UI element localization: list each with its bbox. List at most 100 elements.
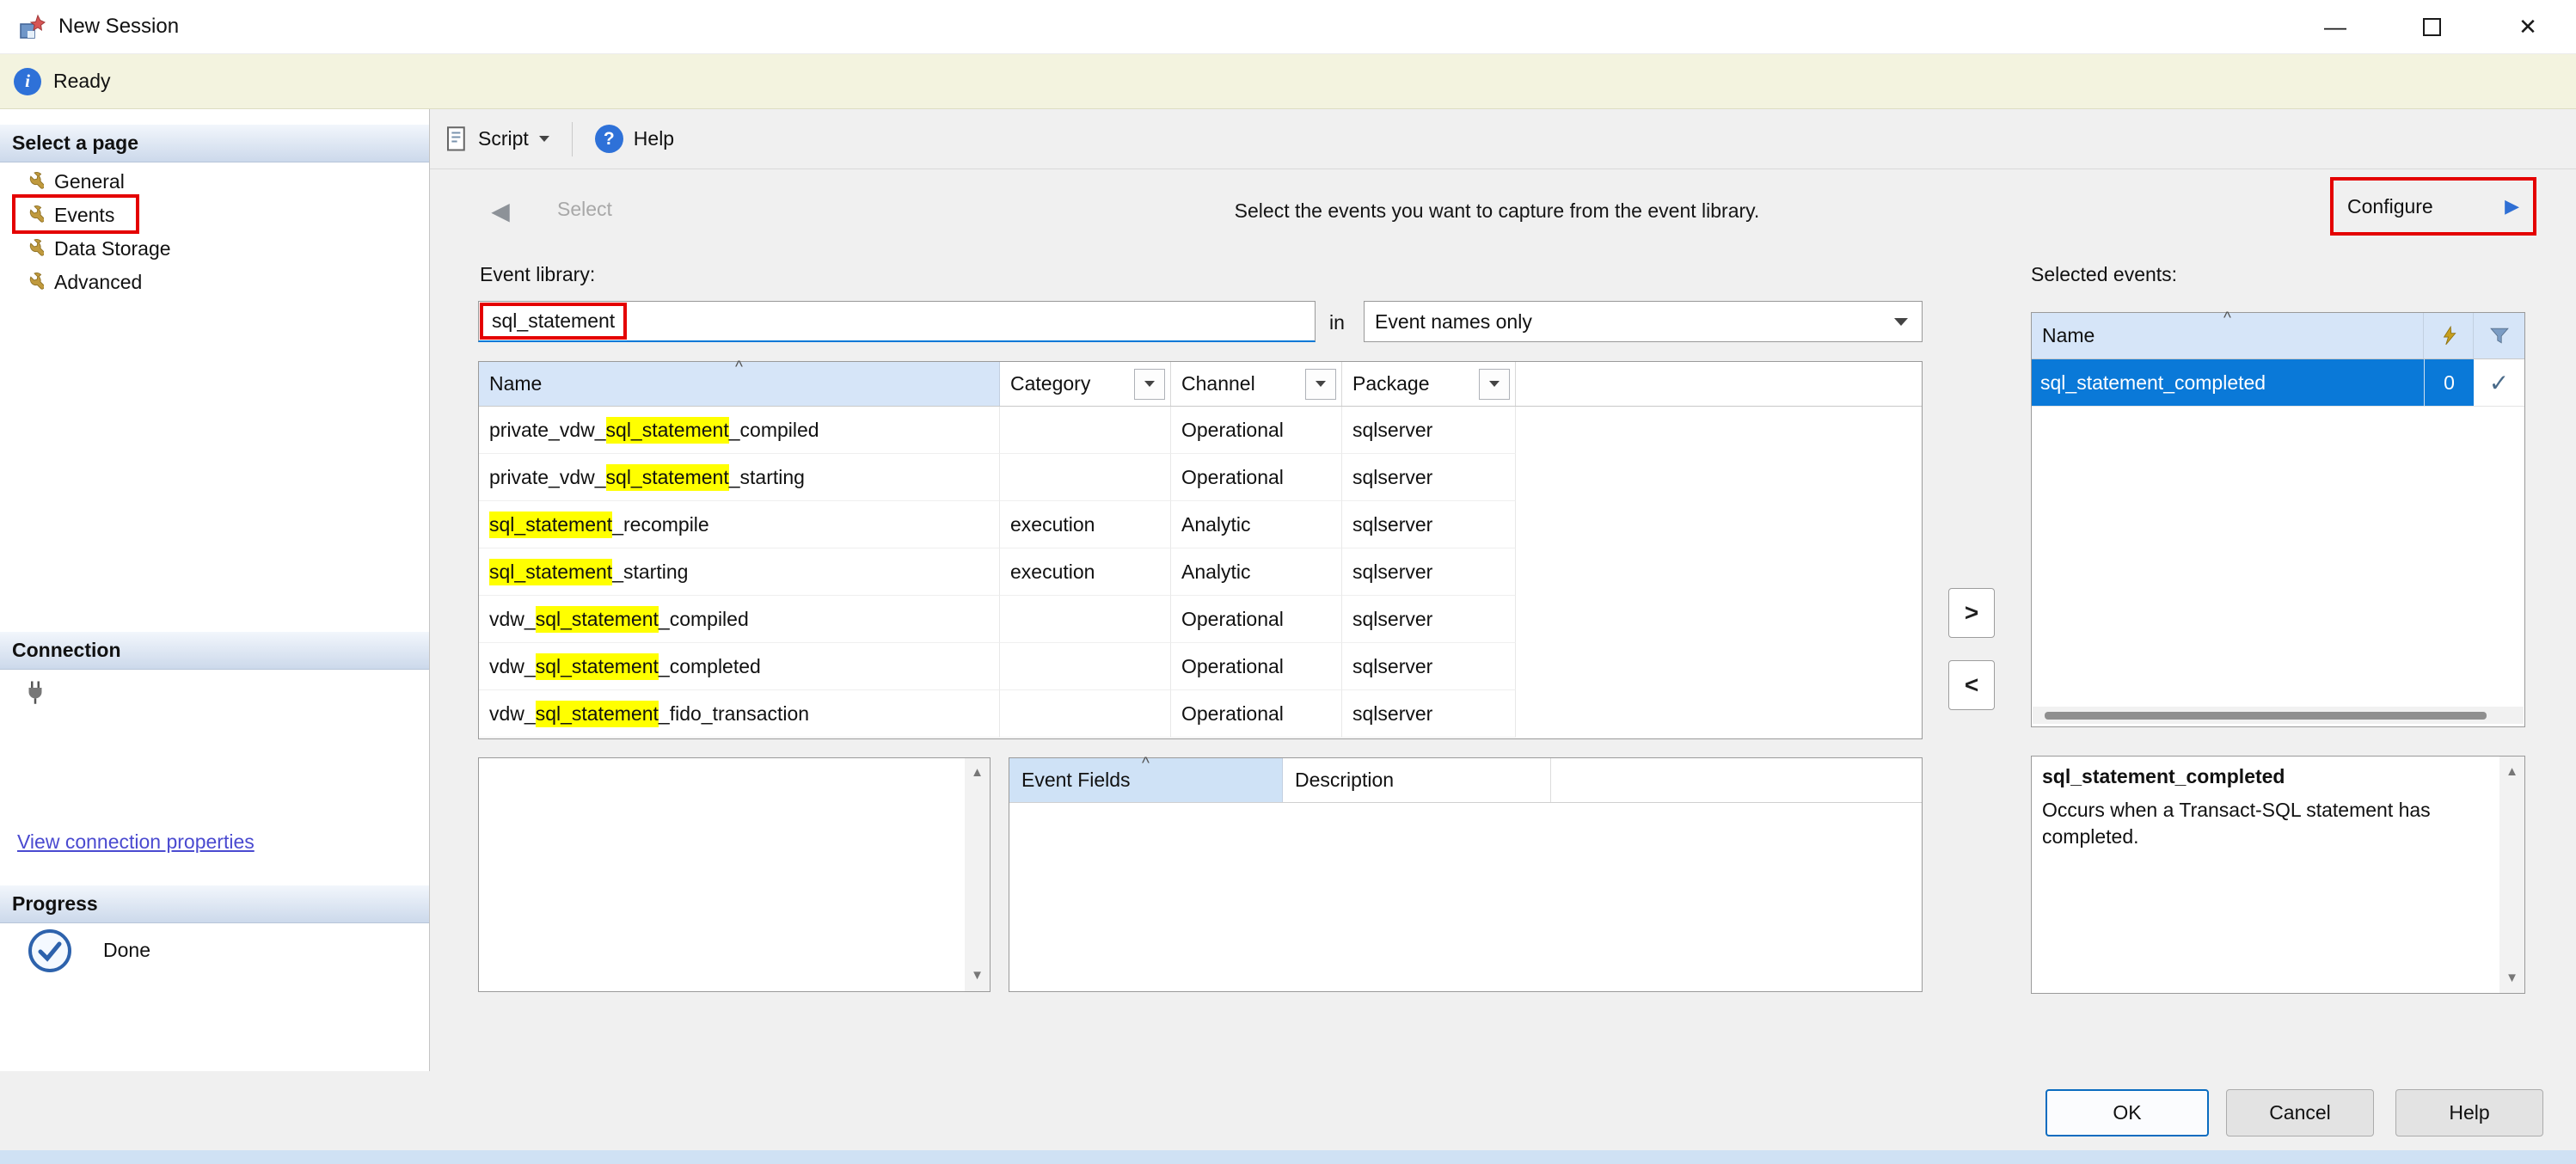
event-fields-pane: ^ Event Fields Description [1009,757,1923,992]
scroll-down-icon[interactable]: ▼ [965,963,990,987]
selected-event-row[interactable]: sql_statement_completed 0 ✓ [2032,359,2524,407]
event-row[interactable]: vdw_sql_statement_compiled Operational s… [479,596,1922,643]
detail-text: Occurs when a Transact-SQL statement has… [2042,797,2490,850]
detail-title: sql_statement_completed [2042,765,2490,788]
column-header-description[interactable]: Description [1283,758,1551,802]
selected-events-header: ^ Name [2032,313,2524,359]
scroll-down-icon[interactable]: ▼ [2499,965,2524,989]
script-icon [445,126,468,152]
info-icon: i [14,68,41,95]
sort-ascending-icon: ^ [735,359,743,376]
ok-button[interactable]: OK [2045,1089,2209,1136]
event-channel: Operational [1171,643,1342,690]
search-match-highlight: sql_statement [536,701,659,727]
sidebar-item-advanced[interactable]: Advanced [0,266,413,299]
channel-filter-dropdown[interactable] [1305,369,1336,400]
event-description-pane [478,757,991,992]
move-left-button[interactable]: < [1948,660,1995,710]
event-channel: Operational [1171,690,1342,738]
event-library-table: ^ Name Category Channel Package private_… [478,361,1923,739]
search-match-highlight: sql_statement [489,559,612,585]
close-button[interactable]: ✕ [2480,0,2576,54]
minimize-button[interactable]: — [2287,0,2383,54]
script-button[interactable]: Script [478,127,529,150]
progress-header: Progress [0,885,429,923]
back-arrow-button[interactable]: ◀ [475,186,526,236]
event-package: sqlserver [1342,596,1516,643]
event-category: execution [1000,501,1171,548]
help-button[interactable]: Help [2395,1089,2543,1136]
sidebar-item-events[interactable]: Events [0,199,413,232]
event-row[interactable]: private_vdw_sql_statement_compiled Opera… [479,407,1922,454]
filter-icon [2490,328,2509,345]
event-category [1000,454,1171,501]
wrench-icon [22,272,44,293]
filter-column-header[interactable] [2474,313,2524,358]
status-text: Ready [53,70,110,93]
done-check-icon [26,927,74,975]
event-category [1000,407,1171,454]
scroll-up-icon[interactable]: ▲ [965,760,990,784]
sidebar-item-general[interactable]: General [0,165,413,199]
event-category [1000,643,1171,690]
event-channel: Operational [1171,407,1342,454]
search-value: sql_statement [480,303,627,340]
event-count-column-header[interactable] [2424,313,2474,358]
toolbar-help-button[interactable]: Help [634,127,674,150]
view-connection-properties-link[interactable]: View connection properties [17,830,255,854]
configure-button[interactable]: Configure ▶ [2330,177,2536,236]
help-icon: ? [595,125,623,153]
event-row[interactable]: vdw_sql_statement_fido_transaction Opera… [479,690,1922,738]
scroll-up-icon[interactable]: ▲ [2499,759,2524,783]
column-header-category[interactable]: Category [1000,362,1171,406]
column-header-channel[interactable]: Channel [1171,362,1342,406]
package-filter-dropdown[interactable] [1479,369,1510,400]
event-row[interactable]: sql_statement_recompile execution Analyt… [479,501,1922,548]
cancel-button[interactable]: Cancel [2226,1089,2374,1136]
event-channel: Analytic [1171,501,1342,548]
event-package: sqlserver [1342,643,1516,690]
column-header-name[interactable]: ^ Name [479,362,1000,406]
search-match-highlight: sql_statement [536,653,659,680]
sidebar-item-data-storage[interactable]: Data Storage [0,232,413,266]
column-header-event-fields[interactable]: ^ Event Fields [1009,758,1283,802]
connection-header: Connection [0,632,429,670]
event-package: sqlserver [1342,407,1516,454]
event-channel: Operational [1171,596,1342,643]
select-button[interactable]: Select [557,198,612,221]
event-table-header: ^ Name Category Channel Package [479,362,1922,407]
event-channel: Operational [1171,454,1342,501]
event-row[interactable]: sql_statement_starting execution Analyti… [479,548,1922,596]
title-bar: New Session — ✕ [0,0,2576,54]
event-package: sqlserver [1342,501,1516,548]
in-label: in [1329,311,1345,334]
search-match-highlight: sql_statement [536,606,659,633]
connection-icon [22,679,48,705]
column-header-package[interactable]: Package [1342,362,1516,406]
event-category: execution [1000,548,1171,596]
selected-event-detail-pane: sql_statement_completed Occurs when a Tr… [2031,756,2525,994]
search-match-highlight: sql_statement [606,417,729,444]
script-dropdown-icon[interactable] [539,136,549,142]
move-right-button[interactable]: > [1948,588,1995,638]
event-package: sqlserver [1342,454,1516,501]
maximize-button[interactable] [2383,0,2480,54]
sidebar-item-label: Data Storage [54,237,171,260]
chevron-down-icon [1894,318,1908,326]
category-filter-dropdown[interactable] [1134,369,1165,400]
detail-pane-scrollbar[interactable] [2499,757,2524,993]
event-package: sqlserver [1342,690,1516,738]
selected-column-header-name[interactable]: ^ Name [2032,313,2424,358]
event-name: sql_statement_recompile [479,501,1000,548]
event-name: private_vdw_sql_statement_compiled [479,407,1000,454]
event-search-input[interactable]: sql_statement [478,301,1316,342]
search-match-highlight: sql_statement [606,464,729,491]
event-row[interactable]: vdw_sql_statement_completed Operational … [479,643,1922,690]
search-scope-select[interactable]: Event names only [1364,301,1923,342]
new-session-dialog: New Session — ✕ i Ready Select a page Ge… [0,0,2576,1164]
hscrollbar-thumb[interactable] [2045,712,2487,720]
selected-events-table: ^ Name sql_statement_completed 0 ✓ [2031,312,2525,727]
sidebar-item-label: Events [54,204,114,227]
event-row[interactable]: private_vdw_sql_statement_starting Opera… [479,454,1922,501]
description-pane-scrollbar[interactable] [965,758,990,991]
